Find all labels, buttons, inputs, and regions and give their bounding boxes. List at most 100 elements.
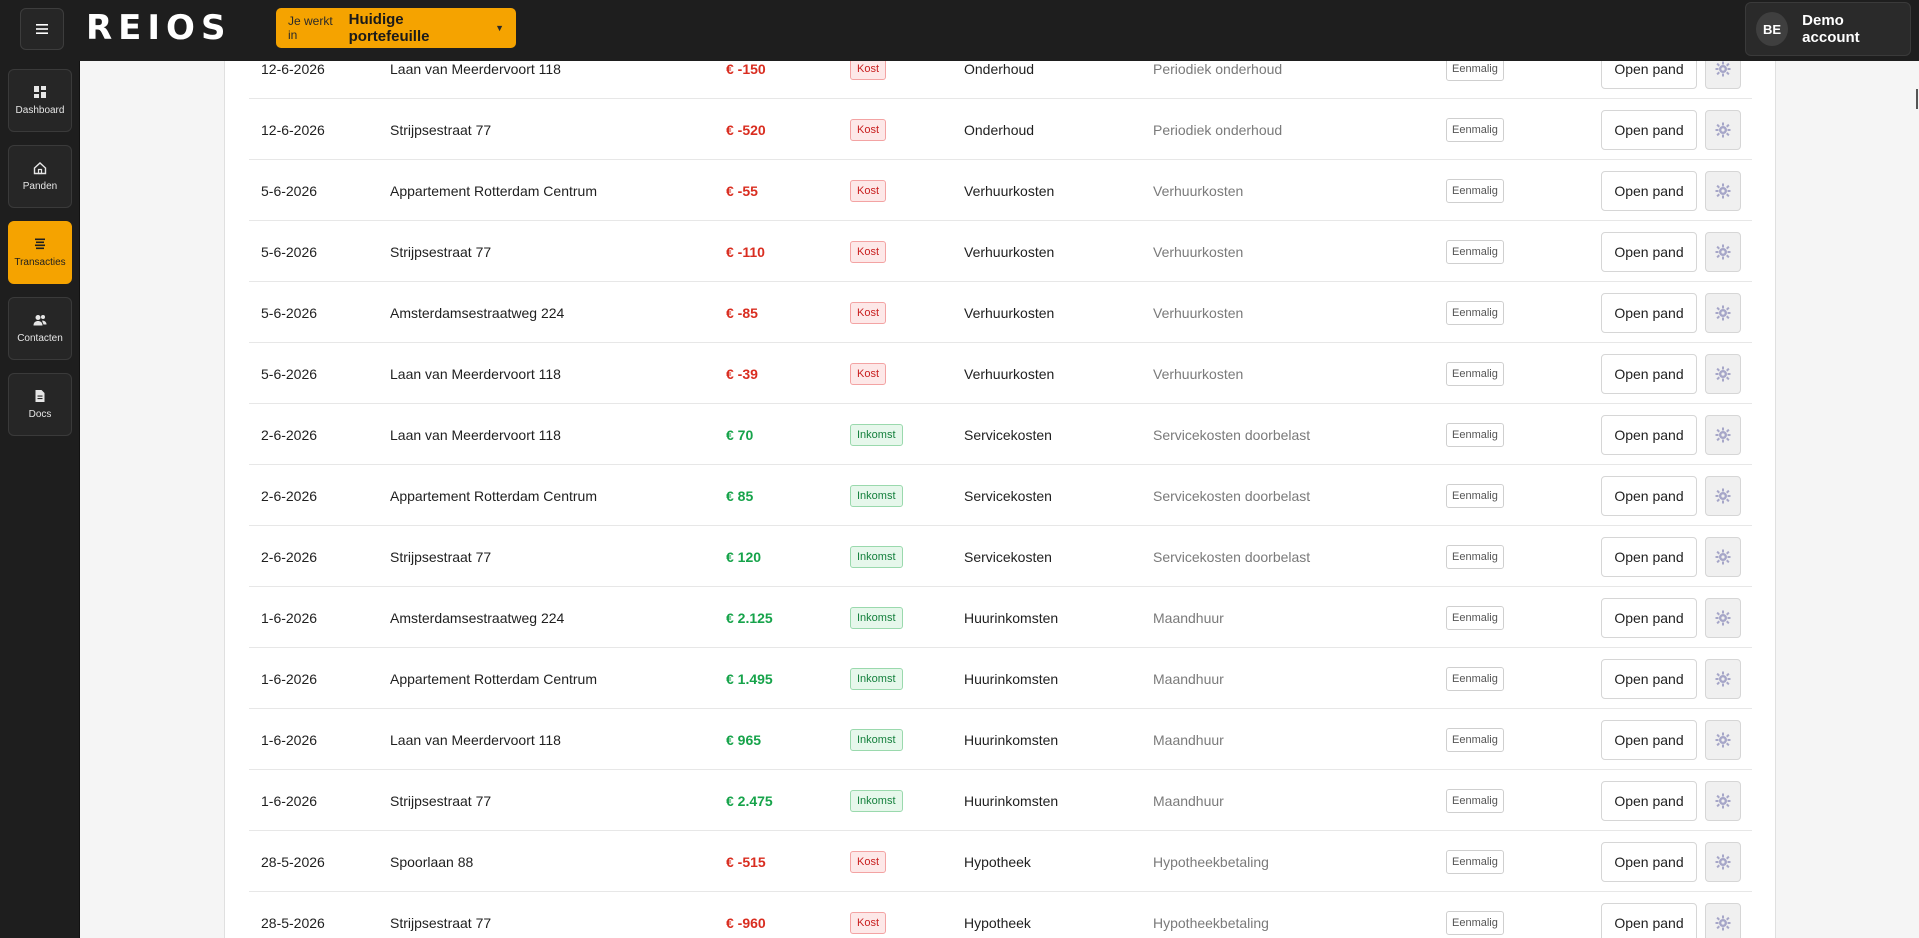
portfolio-prefix: Je werkt in [288,14,333,42]
date-cell: 1-6-2026 [261,670,318,687]
logo[interactable]: REIOS [86,8,231,48]
amount-cell: € 85 [726,487,754,504]
open-property-button[interactable]: Open pand [1601,231,1697,272]
row-settings-button[interactable] [1705,719,1741,760]
open-property-button[interactable]: Open pand [1601,719,1697,760]
gear-icon [1715,427,1731,442]
open-property-button[interactable]: Open pand [1601,902,1697,938]
category-cell: Servicekosten [964,426,1052,443]
frequency-badge: Eenmalig [1446,605,1504,630]
type-badge: Inkomst [850,667,903,690]
open-property-button[interactable]: Open pand [1601,61,1697,89]
date-cell: 5-6-2026 [261,304,318,321]
frequency-badge: Eenmalig [1446,61,1504,81]
table-row: 28-5-2026 Strijpsestraat 77 € -960 Kost Hypo… [249,892,1752,938]
row-settings-button[interactable] [1705,231,1741,272]
open-property-button[interactable]: Open pand [1601,536,1697,577]
open-property-button[interactable]: Open pand [1601,414,1697,455]
type-cell: Inkomst [850,770,903,831]
row-settings-button[interactable] [1705,170,1741,211]
row-settings-button[interactable] [1705,780,1741,821]
date-cell: 12-6-2026 [261,121,325,138]
transactions-table: 12-6-2026 Laan van Meerdervoort 118 € -150… [249,61,1752,938]
row-settings-button[interactable] [1705,536,1741,577]
sidebar-item-label: Dashboard [15,105,65,116]
amount-cell: € 120 [726,548,762,565]
caret-down-icon: ▼ [495,23,504,33]
type-cell: Kost [850,221,887,282]
subcategory-cell: Maandhuur [1153,609,1224,626]
open-property-button[interactable]: Open pand [1601,597,1697,638]
open-property-button[interactable]: Open pand [1601,170,1697,211]
type-cell: Kost [850,282,887,343]
sidebar-item-dashboard[interactable]: Dashboard [8,69,72,132]
open-cell: Open pand [1601,587,1697,648]
date-cell: 12-6-2026 [261,61,325,77]
table-row: 2-6-2026 Strijpsestraat 77 € 120 Inkomst Ser… [249,526,1752,587]
type-badge: Inkomst [850,606,903,629]
open-cell: Open pand [1601,61,1697,99]
row-settings-button[interactable] [1705,658,1741,699]
subcategory-cell: Verhuurkosten [1153,182,1244,199]
top-bar: REIOS Je werkt in Huidige portefeuille ▼… [0,0,1919,61]
property-cell: Appartement Rotterdam Centrum [390,670,597,687]
row-settings-button[interactable] [1705,841,1741,882]
menu-button[interactable] [20,8,64,50]
row-settings-button[interactable] [1705,353,1741,394]
frequency-cell: Eenmalig [1446,648,1504,709]
date-cell: 5-6-2026 [261,182,318,199]
open-property-button[interactable]: Open pand [1601,292,1697,333]
frequency-cell: Eenmalig [1446,160,1504,221]
row-settings-button[interactable] [1705,475,1741,516]
sidebar-item-panden[interactable]: Panden [8,145,72,208]
row-settings-button[interactable] [1705,414,1741,455]
open-cell: Open pand [1601,221,1697,282]
avatar: BE [1756,12,1789,46]
row-settings-button[interactable] [1705,61,1741,89]
property-cell: Appartement Rotterdam Centrum [390,487,597,504]
open-property-button[interactable]: Open pand [1601,841,1697,882]
dashboard-icon [34,86,46,98]
open-property-button[interactable]: Open pand [1601,780,1697,821]
gear-icon [1715,610,1731,625]
type-cell: Inkomst [850,587,903,648]
row-settings-button[interactable] [1705,292,1741,333]
date-cell: 28-5-2026 [261,853,325,870]
property-cell: Spoorlaan 88 [390,853,474,870]
sidebar-item-transacties[interactable]: Transacties [8,221,72,284]
open-property-button[interactable]: Open pand [1601,353,1697,394]
portfolio-value: Huidige portefeuille [348,11,430,45]
open-property-button[interactable]: Open pand [1601,475,1697,516]
portfolio-selector[interactable]: Je werkt in Huidige portefeuille ▼ [276,8,516,48]
frequency-cell: Eenmalig [1446,404,1504,465]
property-cell: Laan van Meerdervoort 118 [390,426,561,443]
type-cell: Inkomst [850,709,903,770]
category-cell: Verhuurkosten [964,365,1055,382]
sidebar-item-contacten[interactable]: Contacten [8,297,72,360]
account-name: Demo account [1802,12,1860,46]
type-badge: Inkomst [850,484,903,507]
gear-icon [1715,854,1731,869]
scrollbar-thumb[interactable] [1916,89,1918,109]
open-property-button[interactable]: Open pand [1601,658,1697,699]
category-cell: Hypotheek [964,914,1031,931]
subcategory-cell: Maandhuur [1153,792,1224,809]
frequency-badge: Eenmalig [1446,483,1504,508]
row-settings-button[interactable] [1705,109,1741,150]
subcategory-cell: Servicekosten doorbelast [1153,548,1311,565]
open-property-button[interactable]: Open pand [1601,109,1697,150]
date-cell: 1-6-2026 [261,792,318,809]
amount-cell: € -515 [726,853,766,870]
subcategory-cell: Periodiek onderhoud [1153,121,1283,138]
row-settings-button[interactable] [1705,902,1741,938]
account-menu[interactable]: BE Demo account [1745,2,1911,56]
type-cell: Inkomst [850,465,903,526]
sidebar-item-docs[interactable]: Docs [8,373,72,436]
type-cell: Kost [850,831,887,892]
gear-icon [1715,488,1731,503]
type-cell: Inkomst [850,526,903,587]
sidebar-item-label: Docs [28,409,52,420]
frequency-cell: Eenmalig [1446,99,1504,160]
row-settings-button[interactable] [1705,597,1741,638]
gear-icon [1715,183,1731,198]
